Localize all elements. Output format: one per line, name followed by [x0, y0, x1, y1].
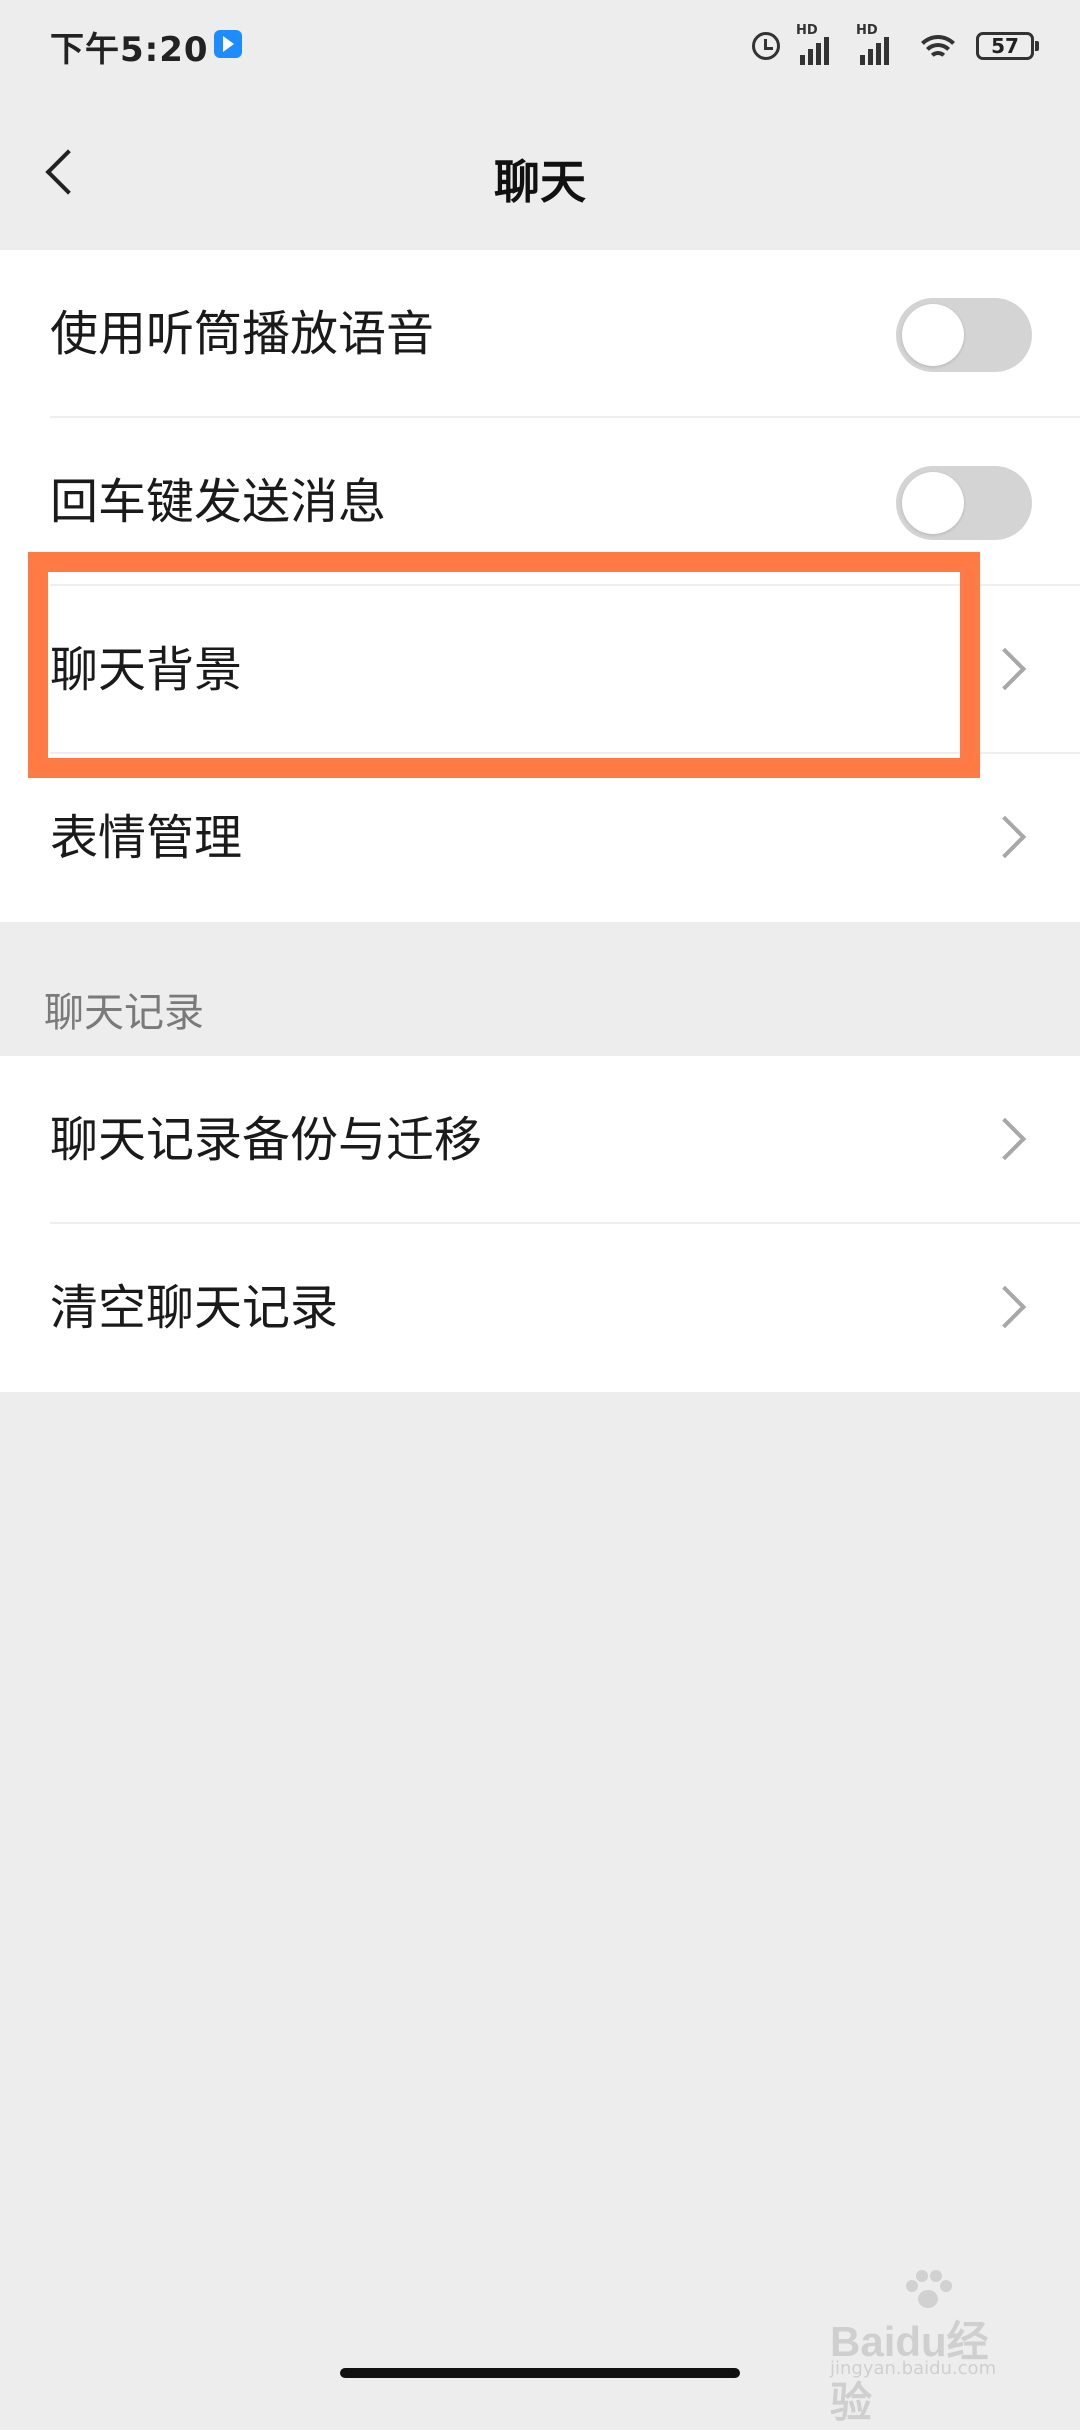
setting-row-earpiece[interactable]: 使用听筒播放语音	[0, 250, 1080, 418]
watermark-url: jingyan.baidu.com	[830, 2358, 997, 2379]
setting-label: 聊天记录备份与迁移	[50, 1112, 483, 1168]
hd-label: HD	[856, 23, 878, 38]
chevron-right-icon	[983, 815, 1027, 859]
app-notification-icon	[214, 30, 242, 58]
watermark: Baidu经验 jingyan.baidu.com	[830, 2270, 1030, 2426]
setting-label: 使用听筒播放语音	[50, 306, 435, 362]
chat-history-group: 聊天记录备份与迁移 清空聊天记录	[0, 1056, 1080, 1392]
nav-bar: 聊天	[0, 90, 1080, 250]
toggle-knob	[902, 472, 964, 534]
page-title: 聊天	[494, 155, 586, 209]
cellular-signal-1-icon: HD	[796, 23, 840, 65]
highlight-box	[28, 552, 980, 778]
setting-row-sticker-management[interactable]: 表情管理	[0, 754, 1080, 922]
paw-icon	[906, 2270, 952, 2310]
earpiece-toggle[interactable]	[896, 298, 1032, 372]
status-bar: 下午5:20 HD HD 57	[0, 0, 1080, 90]
status-time: 下午5:20	[50, 30, 209, 70]
hd-label: HD	[796, 23, 818, 38]
setting-label: 清空聊天记录	[50, 1280, 339, 1336]
cellular-signal-2-icon: HD	[856, 23, 900, 65]
status-icons: HD HD 57	[752, 23, 1039, 68]
chevron-right-icon	[983, 1285, 1027, 1329]
setting-label: 表情管理	[50, 810, 243, 866]
chevron-right-icon	[983, 647, 1027, 691]
alarm-icon	[752, 32, 780, 60]
setting-row-backup-migrate[interactable]: 聊天记录备份与迁移	[0, 1056, 1080, 1224]
toggle-knob	[902, 304, 964, 366]
chevron-right-icon	[983, 1117, 1027, 1161]
section-header-chat-history: 聊天记录	[44, 990, 204, 1036]
wifi-icon	[916, 29, 960, 63]
battery-icon: 57	[976, 32, 1039, 60]
home-indicator[interactable]	[340, 2368, 740, 2378]
enter-to-send-toggle[interactable]	[896, 466, 1032, 540]
setting-row-clear-history[interactable]: 清空聊天记录	[0, 1224, 1080, 1392]
